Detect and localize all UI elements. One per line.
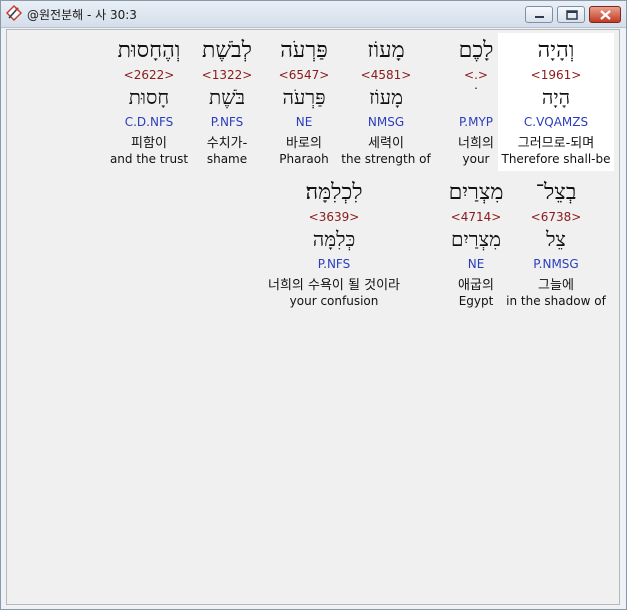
english-gloss: your confusion bbox=[289, 294, 379, 308]
morph-code: P.MYP bbox=[458, 115, 494, 129]
lemma-word: חָסוּת bbox=[128, 85, 170, 109]
title-bar[interactable]: @원전분해 - 사 30:3 bbox=[1, 1, 626, 28]
pen-diamond-icon[interactable] bbox=[6, 5, 22, 21]
morph-code: NE bbox=[467, 257, 485, 271]
window-title: @원전분해 - 사 30:3 bbox=[27, 8, 137, 22]
hebrew-word: וְהֶחָסוּת bbox=[117, 38, 181, 63]
close-icon bbox=[600, 10, 611, 20]
close-button[interactable] bbox=[589, 6, 621, 23]
strong-number: <.> bbox=[464, 68, 488, 82]
english-gloss: and the trust bbox=[109, 152, 189, 166]
lemma-word: ׄ bbox=[426, 85, 526, 110]
strong-number: <4714> bbox=[450, 210, 502, 224]
hebrew-word: לִכְלִמָּה׃ bbox=[305, 180, 363, 205]
morph-code: P.NFS bbox=[317, 257, 351, 271]
hebrew-word: לָכֶם bbox=[458, 38, 494, 63]
word-cell[interactable]: לִכְלִמָּה׃ <3639> כְּלִמָּה P.NFS 너희의 수욕이 될… bbox=[268, 175, 400, 313]
minimize-icon bbox=[535, 16, 544, 18]
word-cell[interactable]: מִצְרַיִם <4714> מִצְרַיִם NE 애굽의 Egypt bbox=[426, 175, 526, 313]
morph-code: C.D.NFS bbox=[124, 115, 174, 129]
minimize-button[interactable] bbox=[525, 6, 553, 23]
maximize-button[interactable] bbox=[557, 6, 585, 23]
app-window: @원전분해 - 사 30:3 וְהָיָה <1961> הָיָה C.VQAMZ… bbox=[0, 0, 627, 610]
interlinear-panel[interactable]: וְהָיָה <1961> הָיָה C.VQAMZS 그러므로-되며 Therefo… bbox=[6, 29, 620, 605]
strong-number: <2622> bbox=[123, 68, 175, 82]
strong-number: <3639> bbox=[308, 210, 360, 224]
maximize-icon bbox=[566, 10, 578, 20]
lemma-word: מִצְרַיִם bbox=[451, 227, 501, 251]
word-cell[interactable]: וְהֶחָסוּת <2622> חָסוּת C.D.NFS 피함이 and the … bbox=[99, 33, 199, 171]
hebrew-word: מִצְרַיִם bbox=[448, 180, 504, 205]
korean-gloss: 너희의 수욕이 될 것이라 bbox=[268, 278, 400, 293]
lemma-word: כְּלִמָּה bbox=[312, 227, 356, 251]
korean-gloss: 피함이 bbox=[131, 136, 167, 151]
